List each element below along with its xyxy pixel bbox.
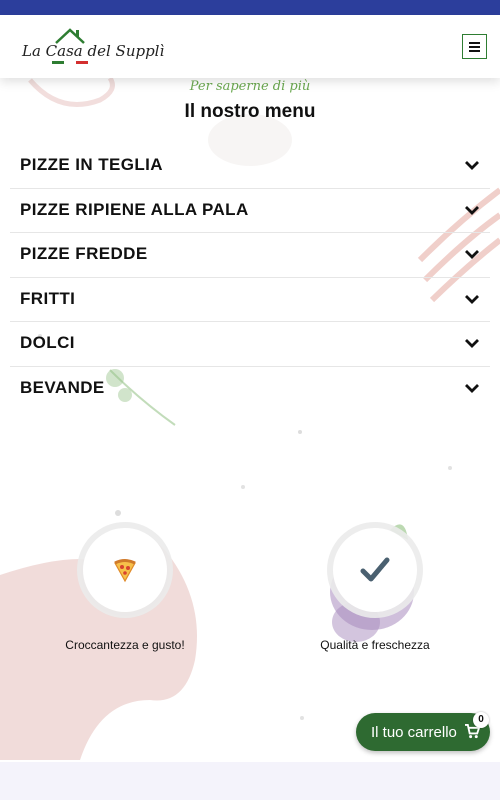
feature-label: Qualità e freschezza	[320, 638, 430, 652]
accordion-item-bevande[interactable]: BEVANDE	[10, 367, 490, 412]
cart-count-badge: 0	[473, 712, 489, 728]
section-subtitle: Per saperne di più	[189, 79, 311, 94]
feature-crunchiness: Croccantezza e gusto!	[45, 528, 205, 652]
cart-button[interactable]: Il tuo carrello	[356, 713, 490, 751]
brand-logo[interactable]: La Casa del Supplì	[22, 25, 164, 70]
cart-button-label: Il tuo carrello	[371, 723, 457, 741]
footer-band	[0, 762, 500, 800]
accordion-item-label: PIZZE FREDDE	[20, 244, 148, 263]
top-color-bar	[0, 0, 500, 15]
section-title: Il nostro menu	[184, 101, 316, 122]
chevron-down-icon	[465, 339, 479, 348]
chevron-down-icon	[465, 294, 479, 304]
italian-flag-stripe	[52, 61, 88, 64]
feature-icon-circle	[83, 528, 167, 612]
accordion-item-pizze-fredde[interactable]: PIZZE FREDDE	[10, 233, 490, 278]
logo-text: La Casa del Supplì	[22, 42, 165, 60]
pizza-slice-icon	[114, 559, 136, 583]
feature-label: Croccantezza e gusto!	[65, 638, 185, 652]
chevron-down-icon	[465, 250, 479, 259]
chevron-down-icon	[465, 161, 479, 170]
hamburger-icon	[469, 41, 480, 52]
accordion-item-label: FRITTI	[20, 288, 76, 308]
accordion-item-pizze-in-teglia[interactable]: PIZZE IN TEGLIA	[10, 144, 490, 189]
chevron-down-icon	[465, 383, 479, 393]
feature-icon-circle	[333, 528, 417, 612]
accordion-item-label: PIZZE RIPIENE ALLA PALA	[20, 199, 249, 219]
menu-toggle-button[interactable]	[462, 34, 487, 59]
accordion-item-pizze-ripiene[interactable]: PIZZE RIPIENE ALLA PALA	[10, 189, 490, 233]
accordion-item-label: PIZZE IN TEGLIA	[20, 155, 163, 174]
accordion-item-dolci[interactable]: DOLCI	[10, 322, 490, 367]
checkmark-icon	[360, 557, 390, 582]
feature-quality: Qualità e freschezza	[295, 528, 455, 652]
site-header: La Casa del Supplì	[0, 15, 500, 78]
menu-accordion: PIZZE IN TEGLIA PIZZE RIPIENE ALLA PALA …	[10, 144, 490, 411]
accordion-item-label: DOLCI	[20, 333, 75, 352]
chevron-down-icon	[465, 205, 479, 215]
accordion-item-label: BEVANDE	[20, 377, 105, 397]
accordion-item-fritti[interactable]: FRITTI	[10, 278, 490, 322]
